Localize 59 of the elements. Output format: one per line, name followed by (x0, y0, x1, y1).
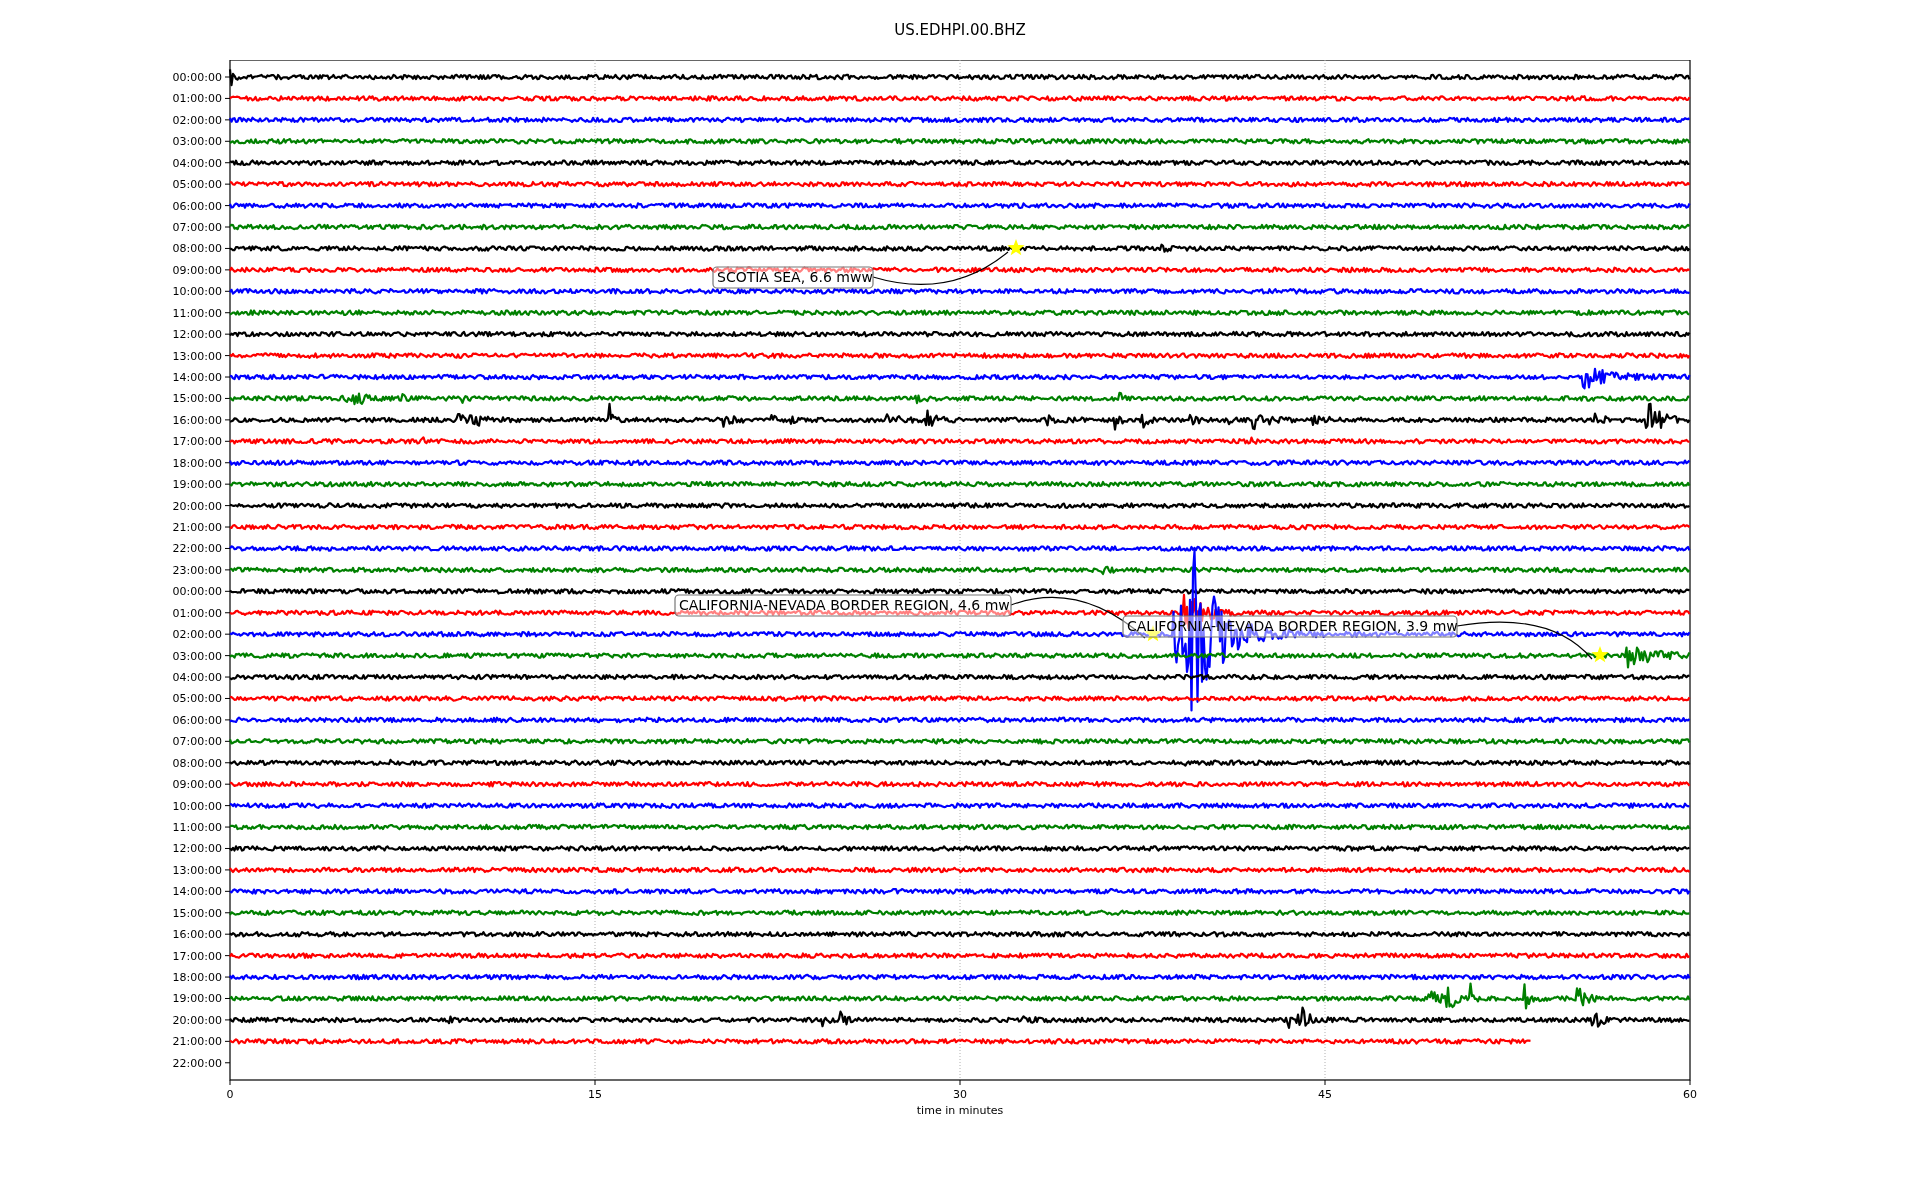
row-time-label: 02:00:00 (172, 113, 222, 127)
plot-title: US.EDHPI.00.BHZ (894, 19, 1026, 41)
row-time-label: 02:00:00 (172, 628, 222, 642)
row-time-label: 15:00:00 (172, 906, 222, 920)
row-time-label: 01:00:00 (172, 92, 222, 106)
row-time-label: 18:00:00 (172, 456, 222, 470)
row-time-label: 10:00:00 (172, 799, 222, 813)
row-time-label: 06:00:00 (172, 199, 222, 213)
row-time-label: 03:00:00 (172, 649, 222, 663)
row-time-label: 03:00:00 (172, 135, 222, 149)
row-time-label: 16:00:00 (172, 928, 222, 942)
event-star-icon (1007, 239, 1025, 256)
row-time-label: 07:00:00 (172, 221, 222, 234)
row-time-label: 00:00:00 (172, 585, 222, 599)
x-tick-label: 60 (1683, 1088, 1697, 1101)
row-time-label: 06:00:00 (172, 713, 222, 727)
row-time-label: 22:00:00 (172, 1056, 222, 1070)
row-time-label: 20:00:00 (172, 499, 222, 513)
row-time-label: 13:00:00 (172, 349, 222, 363)
row-time-label: 11:00:00 (172, 821, 222, 835)
x-axis-label: time in minutes (916, 1104, 1004, 1117)
event-callout: CALIFORNIA-NEVADA BORDER REGION, 3.9 mw (1122, 615, 1458, 638)
x-tick-label: 45 (1318, 1088, 1332, 1101)
row-time-label: 01:00:00 (172, 606, 222, 620)
row-time-label: 07:00:00 (172, 735, 222, 749)
row-time-label: 04:00:00 (172, 156, 222, 170)
row-time-label: 19:00:00 (172, 478, 222, 492)
x-tick-label: 0 (226, 1088, 234, 1101)
event-callout: CALIFORNIA-NEVADA BORDER REGION, 4.6 mw (674, 594, 1012, 617)
row-time-label: 19:00:00 (172, 992, 222, 1006)
x-tick-label: 30 (953, 1088, 967, 1101)
row-time-label: 08:00:00 (172, 756, 222, 770)
row-time-label: 21:00:00 (172, 521, 222, 535)
row-time-label: 22:00:00 (172, 542, 222, 556)
row-time-label: 14:00:00 (172, 885, 222, 899)
row-time-label: 05:00:00 (172, 178, 222, 192)
row-time-label: 08:00:00 (172, 242, 222, 256)
row-time-label: 21:00:00 (172, 1035, 222, 1049)
row-time-label: 14:00:00 (172, 371, 222, 384)
row-time-label: 09:00:00 (172, 778, 222, 792)
x-tick-label: 15 (588, 1088, 602, 1101)
row-time-label: 20:00:00 (172, 1013, 222, 1027)
row-time-label: 18:00:00 (172, 971, 222, 985)
row-time-label: 11:00:00 (172, 306, 222, 320)
row-time-label: 09:00:00 (172, 263, 222, 277)
event-star-icon (1591, 646, 1609, 663)
row-time-label: 12:00:00 (172, 842, 222, 856)
row-time-label: 16:00:00 (172, 413, 222, 427)
row-time-label: 10:00:00 (172, 285, 222, 299)
row-time-label: 00:00:00 (172, 71, 222, 84)
event-callout: SCOTIA SEA, 6.6 mww (712, 266, 874, 289)
row-time-label: 15:00:00 (172, 392, 222, 406)
row-time-label: 23:00:00 (172, 563, 222, 577)
row-time-label: 05:00:00 (172, 692, 222, 706)
row-time-label: 17:00:00 (172, 435, 222, 449)
row-time-label: 04:00:00 (172, 671, 222, 685)
row-time-label: 12:00:00 (172, 328, 222, 342)
row-time-label: 13:00:00 (172, 863, 222, 877)
row-time-label: 17:00:00 (172, 949, 222, 963)
